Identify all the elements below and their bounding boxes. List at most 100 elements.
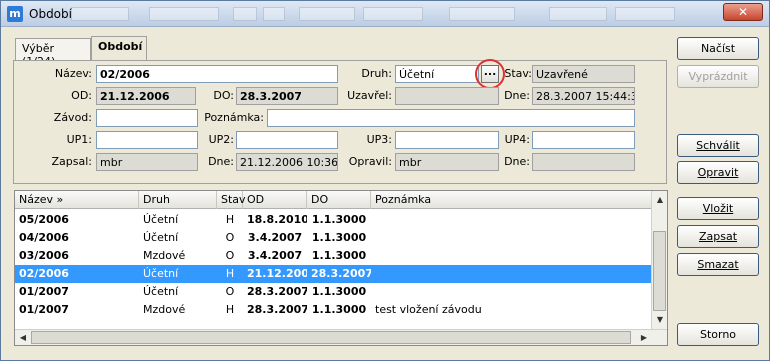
tab-obdobi[interactable]: Období <box>91 36 147 61</box>
do-label: DO: <box>213 89 234 102</box>
col-header-stav[interactable]: Stav <box>217 191 246 209</box>
dne-edited-label: Dne: <box>504 155 530 168</box>
stav-label: Stav: <box>504 67 532 80</box>
druh-input[interactable]: Účetní <box>395 65 479 83</box>
cell-druh: Účetní <box>143 213 179 226</box>
dne-closed-label: Dne: <box>504 89 530 102</box>
cell-poznamka <box>371 211 651 229</box>
blurred-menu-item <box>299 7 355 21</box>
dne-written-field: 21.12.2006 10:36:00 <box>236 153 338 171</box>
cell-druh: Účetní <box>143 267 179 280</box>
col-header-od[interactable]: OD <box>243 191 307 209</box>
od-field: 21.12.2006 <box>96 87 196 105</box>
cell-nazev: 01/2007 <box>19 285 69 298</box>
vertical-scroll-thumb[interactable] <box>653 231 666 311</box>
zavod-input[interactable] <box>96 109 198 127</box>
cell-od: 3.4.2007 <box>247 231 303 244</box>
zapsal-label: Zapsal: <box>51 155 93 168</box>
cell-druh: Mzdové <box>143 303 186 316</box>
close-button[interactable]: ✕ <box>723 3 763 21</box>
up4-label: UP4: <box>504 133 530 146</box>
druh-label: Druh: <box>361 67 392 80</box>
scroll-down-icon[interactable]: ▼ <box>653 313 667 327</box>
cell-poznamka <box>371 247 651 265</box>
col-header-poznamka[interactable]: Poznámka <box>371 191 665 209</box>
cell-stav: H <box>225 303 235 316</box>
blurred-menu-item <box>149 7 219 21</box>
grid-header: Název » Druh Stav OD DO Poznámka <box>15 191 665 209</box>
cell-do: 1.1.3000 <box>311 213 367 226</box>
up1-label: UP1: <box>66 133 92 146</box>
approve-button[interactable]: Schválit <box>677 134 759 157</box>
clear-button[interactable]: Vyprázdnit <box>677 65 759 88</box>
cell-nazev: 04/2006 <box>19 231 69 244</box>
title-bar[interactable]: m Období ✕ <box>1 1 769 27</box>
cell-do: 1.1.3000 <box>311 249 367 262</box>
scroll-left-icon[interactable]: ◀ <box>16 331 30 345</box>
up1-input[interactable] <box>96 131 198 149</box>
uzavrel-field <box>395 87 499 105</box>
poznamka-label: Poznámka: <box>204 111 264 124</box>
dne-closed-field: 28.3.2007 15:44:31 <box>532 87 635 105</box>
col-header-do[interactable]: DO <box>307 191 371 209</box>
tab-vyber[interactable]: Výběr (1/24) <box>15 38 91 68</box>
scroll-up-icon[interactable]: ▲ <box>653 193 667 207</box>
cell-nazev: 02/2006 <box>19 267 69 280</box>
save-button[interactable]: Zapsat <box>677 225 759 248</box>
horizontal-scroll-thumb[interactable] <box>31 331 631 344</box>
cell-poznamka <box>371 283 651 301</box>
vertical-scrollbar[interactable]: ▲ ▼ <box>651 191 667 329</box>
cell-do: 28.3.2007 <box>311 267 371 280</box>
cell-nazev: 05/2006 <box>19 213 69 226</box>
load-list-button[interactable]: Načíst seznam <box>677 37 759 76</box>
table-row[interactable]: 01/2007 Mzdové H 28.3.2007 1.1.3000 test vlož… <box>15 301 651 319</box>
cell-poznamka <box>371 229 651 247</box>
delete-button[interactable]: Smazat <box>677 253 759 276</box>
table-row[interactable]: 04/2006 Účetní O 3.4.2007 1.1.3000 <box>15 229 651 247</box>
horizontal-scrollbar[interactable]: ◀ ▶ <box>15 329 667 345</box>
cell-nazev: 01/2007 <box>19 303 69 316</box>
table-row[interactable]: 05/2006 Účetní H 18.8.2010 1.1.3000 <box>15 211 651 229</box>
cell-stav: H <box>225 267 235 280</box>
highlight-circle <box>475 59 505 89</box>
blurred-menu-item <box>615 7 675 21</box>
cell-od: 3.4.2007 <box>247 249 303 262</box>
col-header-nazev[interactable]: Název » <box>15 191 139 209</box>
table-row[interactable]: 02/2006 Účetní H 21.12.2006 28.3.2007 <box>15 265 651 283</box>
cell-druh: Mzdové <box>143 249 186 262</box>
up3-input[interactable] <box>395 131 499 149</box>
period-grid[interactable]: Název » Druh Stav OD DO Poznámka 05/2006… <box>14 190 668 346</box>
cancel-button[interactable]: Storno <box>677 323 759 346</box>
cell-druh: Účetní <box>143 285 179 298</box>
cell-poznamka: test vložení závodu <box>375 303 482 316</box>
poznamka-input[interactable] <box>267 109 635 127</box>
period-window: m Období ✕ Výběr (1/24) Období Název: 02… <box>0 0 770 361</box>
opravil-label: Opravil: <box>348 155 392 168</box>
table-row[interactable]: 03/2006 Mzdové O 3.4.2007 1.1.3000 <box>15 247 651 265</box>
blurred-menu-item <box>549 7 607 21</box>
cell-poznamka <box>371 265 651 283</box>
nazev-label: Název: <box>54 67 92 80</box>
od-label: OD: <box>71 89 92 102</box>
up2-label: UP2: <box>208 133 234 146</box>
blurred-menu-item <box>263 7 285 21</box>
cell-od: 18.8.2010 <box>247 213 307 226</box>
blurred-menu-item <box>233 7 257 21</box>
edit-button[interactable]: Opravit <box>677 161 759 184</box>
insert-button[interactable]: Vložit <box>677 197 759 220</box>
table-row[interactable]: 01/2007 Účetní O 28.3.2007 1.1.3000 <box>15 283 651 301</box>
cell-stav: O <box>225 249 235 262</box>
opravil-field: mbr <box>395 153 499 171</box>
scroll-right-icon[interactable]: ▶ <box>637 331 651 345</box>
nazev-input[interactable]: 02/2006 <box>96 65 338 83</box>
up3-label: UP3: <box>366 133 392 146</box>
blurred-menu-item <box>363 7 423 21</box>
up4-input[interactable] <box>532 131 635 149</box>
window-title: Období <box>29 7 72 21</box>
cell-druh: Účetní <box>143 231 179 244</box>
cell-do: 1.1.3000 <box>311 231 367 244</box>
cell-do: 1.1.3000 <box>311 303 367 316</box>
dne-edited-field <box>532 153 635 171</box>
col-header-druh[interactable]: Druh <box>139 191 217 209</box>
up2-input[interactable] <box>236 131 338 149</box>
